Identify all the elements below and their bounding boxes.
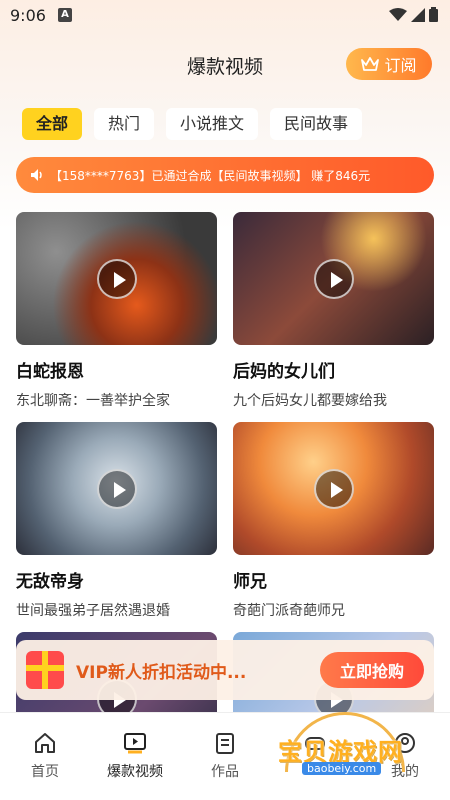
status-icons [389, 7, 438, 22]
nav-label: 我的 [391, 764, 419, 780]
video-card[interactable]: 师兄 奇葩门派奇葩师兄 [233, 422, 434, 620]
home-icon [35, 733, 55, 753]
profile-icon [395, 733, 415, 753]
nav-label: 作品 [211, 764, 239, 780]
status-bar: 9:06 A [0, 0, 450, 32]
notification-a-icon: A [58, 8, 72, 22]
tab-hot[interactable]: 热门 [94, 108, 155, 140]
video-subtitle: 东北聊斋：一善举护全家 [16, 393, 170, 409]
video-title: 无敌帝身 [16, 572, 84, 592]
video-thumbnail[interactable] [233, 422, 434, 555]
wifi-icon [389, 7, 407, 21]
video-thumbnail[interactable] [233, 212, 434, 345]
video-subtitle: 世间最强弟子居然遇退婚 [16, 603, 170, 619]
header: 爆款视频 订阅 [0, 44, 450, 84]
subscribe-label: 订阅 [384, 56, 417, 75]
crown-icon [361, 57, 380, 71]
gamepad-icon [305, 737, 325, 750]
category-tabs: 全部 热门 小说推文 民间故事 [22, 108, 363, 140]
vip-promo-text: VIP新人折扣活动中... [76, 662, 247, 683]
play-icon[interactable] [313, 468, 354, 509]
nav-item-hidden[interactable] [270, 713, 360, 800]
nav-profile[interactable]: 我的 [360, 713, 450, 800]
video-subtitle: 九个后妈女儿都要嫁给我 [233, 393, 387, 409]
bottom-nav: 首页 爆款视频 作品 我的 [0, 712, 450, 800]
nav-home[interactable]: 首页 [0, 713, 90, 800]
video-title: 白蛇报恩 [16, 362, 84, 382]
nav-works[interactable]: 作品 [180, 713, 270, 800]
speaker-icon [31, 169, 42, 181]
video-subtitle: 奇葩门派奇葩师兄 [233, 603, 345, 619]
gift-icon [26, 651, 64, 689]
video-title: 师兄 [233, 572, 267, 592]
video-title: 后妈的女儿们 [233, 362, 335, 382]
vip-promo-banner[interactable]: VIP新人折扣活动中... 立即抢购 [16, 640, 434, 700]
nav-hot-video[interactable]: 爆款视频 [90, 713, 180, 800]
tab-folk-story[interactable]: 民间故事 [270, 108, 363, 140]
battery-icon [429, 7, 438, 22]
signal-icon [411, 7, 425, 22]
status-time: 9:06 [10, 6, 46, 25]
tab-novel[interactable]: 小说推文 [166, 108, 259, 140]
buy-now-button[interactable]: 立即抢购 [320, 652, 424, 688]
nav-label: 爆款视频 [107, 764, 163, 780]
ticker-text: 【158****7763】已通过合成【民间故事视频】 赚了846元 [50, 168, 371, 183]
tab-all[interactable]: 全部 [22, 108, 83, 140]
video-icon [124, 733, 146, 754]
earnings-ticker: 【158****7763】已通过合成【民间故事视频】 赚了846元 [16, 157, 434, 193]
video-card[interactable]: 后妈的女儿们 九个后妈女儿都要嫁给我 [233, 212, 434, 410]
video-card[interactable]: 白蛇报恩 东北聊斋：一善举护全家 [16, 212, 217, 410]
play-icon[interactable] [96, 258, 137, 299]
play-icon[interactable] [96, 468, 137, 509]
play-icon[interactable] [313, 258, 354, 299]
video-card[interactable]: 无敌帝身 世间最强弟子居然遇退婚 [16, 422, 217, 620]
video-thumbnail[interactable] [16, 422, 217, 555]
works-icon [216, 733, 234, 754]
nav-label: 首页 [31, 764, 59, 780]
video-thumbnail[interactable] [16, 212, 217, 345]
subscribe-button[interactable]: 订阅 [346, 48, 432, 80]
